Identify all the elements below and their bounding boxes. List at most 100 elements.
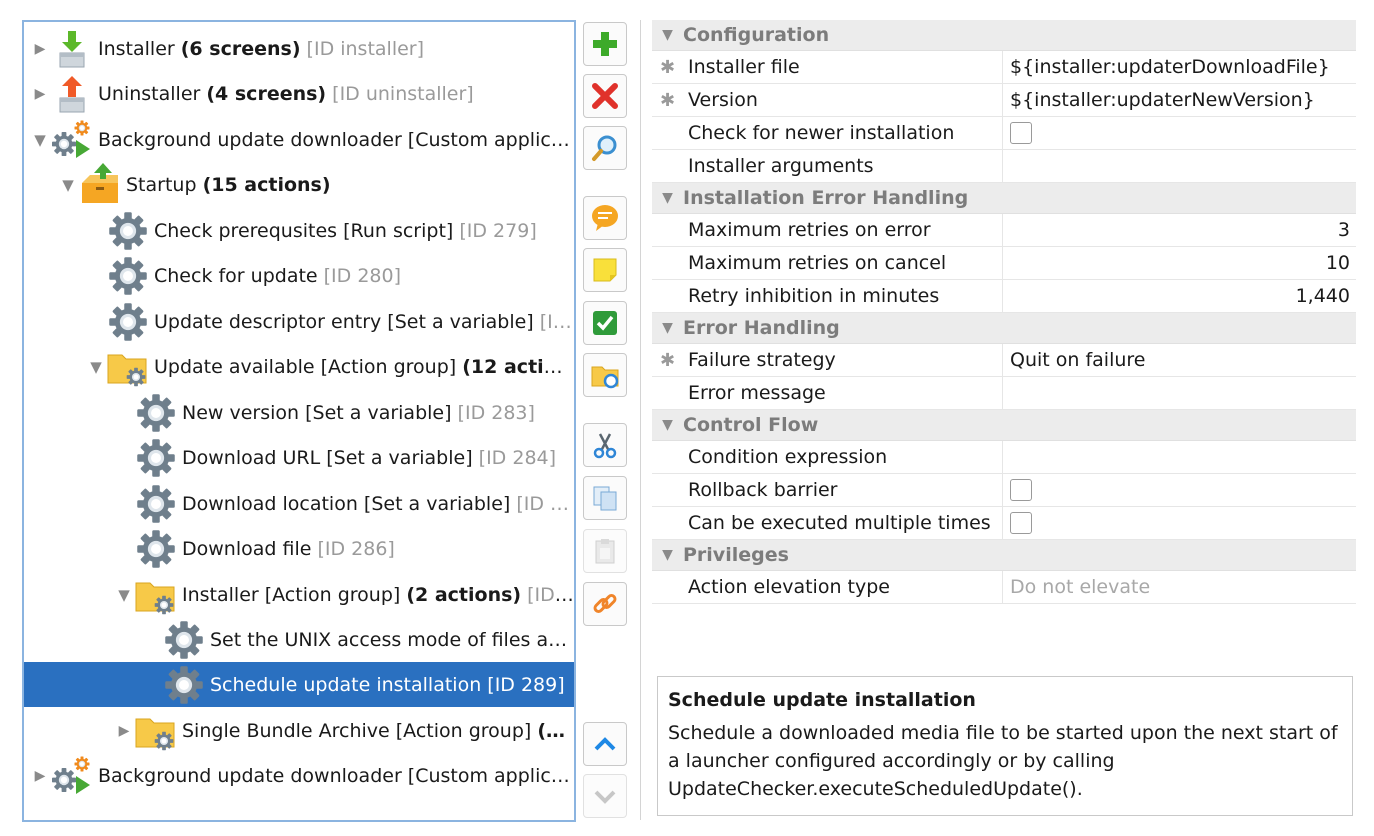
paste-button[interactable] (583, 529, 627, 573)
tree-item-id: [ID 286] (311, 537, 395, 560)
required-asterisk-icon: ✱ (659, 349, 676, 371)
property-section-header[interactable]: ▼ Installation Error Handling (652, 183, 1356, 214)
property-value[interactable]: ${installer:updaterNewVersion} (1003, 84, 1356, 116)
property-section-header[interactable]: ▼ Privileges (652, 540, 1356, 571)
tree-item[interactable]: ▼ Update available [Action group] (12 ac… (24, 344, 574, 389)
delete-button[interactable] (583, 74, 627, 118)
property-checkbox[interactable] (1010, 512, 1032, 534)
collapse-arrow-icon[interactable]: ▼ (58, 176, 78, 194)
tree-item[interactable]: ▼ Startup (15 actions) (24, 162, 574, 207)
tree-item[interactable]: Schedule update installation [ID 289] (24, 662, 574, 707)
expand-arrow-icon[interactable]: ▶ (114, 723, 134, 739)
property-value[interactable]: 10 (1003, 247, 1356, 279)
tree-item[interactable]: Download file [ID 286] (24, 526, 574, 571)
property-row[interactable]: Can be executed multiple times (652, 507, 1356, 540)
add-button[interactable] (583, 22, 627, 66)
comment-button[interactable] (583, 196, 627, 240)
tree-item[interactable]: ▼ Installer [Action group] (2 actions) [… (24, 572, 574, 617)
custom-application-icon (50, 118, 94, 162)
expand-arrow-icon[interactable]: ▶ (30, 768, 50, 784)
property-checkbox-cell[interactable] (1003, 117, 1356, 149)
tree-item-count: (12 actio… (462, 355, 574, 378)
search-button[interactable] (583, 126, 627, 170)
collapse-arrow-icon[interactable]: ▼ (86, 358, 106, 376)
expand-arrow-icon[interactable]: ▶ (30, 86, 50, 102)
checkmark-icon (591, 309, 619, 337)
property-row[interactable]: ✱ Version ${installer:updaterNewVersion} (652, 84, 1356, 117)
action-tree[interactable]: ▶ Installer (6 screens) [ID installer] ▶ … (22, 20, 576, 822)
property-section-header[interactable]: ▼ Control Flow (652, 410, 1356, 441)
property-row[interactable]: Rollback barrier (652, 474, 1356, 507)
tree-item[interactable]: Check prerequsites [Run script] [ID 279] (24, 208, 574, 253)
property-value[interactable] (1003, 377, 1356, 409)
property-row[interactable]: Error message (652, 377, 1356, 410)
property-row[interactable]: Condition expression (652, 441, 1356, 474)
tree-item-text: Download file (182, 537, 312, 560)
tree-item[interactable]: Set the UNIX access mode of files an… (24, 617, 574, 662)
expand-arrow-icon[interactable]: ▶ (30, 41, 50, 57)
chain-link-icon (591, 590, 619, 618)
property-section-header[interactable]: ▼ Error Handling (652, 313, 1356, 344)
link-button[interactable] (583, 582, 627, 626)
copy-button[interactable] (583, 476, 627, 520)
property-name: Can be executed multiple times (683, 507, 1003, 539)
property-value[interactable]: 1,440 (1003, 280, 1356, 312)
property-row[interactable]: Maximum retries on cancel 10 (652, 247, 1356, 280)
move-down-button[interactable] (583, 774, 627, 818)
property-row[interactable]: ✱ Installer file ${installer:updaterDownlo… (652, 51, 1356, 84)
splitter[interactable] (640, 20, 641, 820)
property-row[interactable]: Action elevation type Do not elevate (652, 571, 1356, 604)
property-row[interactable]: Maximum retries on error 3 (652, 214, 1356, 247)
property-row[interactable]: Installer arguments (652, 150, 1356, 183)
tree-item-text: Update available [Action group] (154, 355, 463, 378)
collapse-arrow-icon[interactable]: ▼ (30, 131, 50, 149)
collapse-arrow-icon[interactable]: ▼ (652, 547, 683, 563)
collapse-arrow-icon[interactable]: ▼ (652, 27, 683, 43)
folder-link-button[interactable] (583, 353, 627, 397)
gear-icon (162, 618, 206, 662)
check-button[interactable] (583, 301, 627, 345)
tree-item[interactable]: Check for update [ID 280] (24, 253, 574, 298)
tree-item[interactable]: ▶ Background update downloader [Custom a… (24, 753, 574, 798)
property-value[interactable] (1003, 441, 1356, 473)
collapse-arrow-icon[interactable]: ▼ (652, 320, 683, 336)
collapse-arrow-icon[interactable]: ▼ (652, 417, 683, 433)
property-checkbox[interactable] (1010, 122, 1032, 144)
property-value[interactable] (1003, 150, 1356, 182)
note-button[interactable] (583, 248, 627, 292)
property-value[interactable]: Quit on failure (1003, 344, 1356, 376)
property-section-header[interactable]: ▼ Configuration (652, 20, 1356, 51)
tree-item[interactable]: ▶ Uninstaller (4 screens) [ID uninstalle… (24, 71, 574, 116)
tree-item[interactable]: Download URL [Set a variable] [ID 284] (24, 435, 574, 480)
property-value[interactable]: 3 (1003, 214, 1356, 246)
tree-item[interactable]: ▶ Installer (6 screens) [ID installer] (24, 26, 574, 71)
property-value[interactable]: Do not elevate (1003, 571, 1356, 603)
tree-item-text: Single Bundle Archive [Action group] (182, 719, 538, 742)
gear-icon (106, 300, 150, 344)
help-title: Schedule update installation (668, 689, 976, 711)
startup-icon (78, 162, 122, 207)
property-checkbox[interactable] (1010, 479, 1032, 501)
tree-item-count: (15 actions) (202, 173, 331, 196)
property-value[interactable]: ${installer:updaterDownloadFile} (1003, 51, 1356, 83)
tree-item[interactable]: New version [Set a variable] [ID 283] (24, 390, 574, 435)
tree-item[interactable]: ▼ Background update downloader [Custom a… (24, 117, 574, 162)
tree-item-id: [ID … (510, 492, 570, 515)
tree-item[interactable]: ▶ Single Bundle Archive [Action group] (… (24, 708, 574, 753)
property-checkbox-cell[interactable] (1003, 474, 1356, 506)
move-up-button[interactable] (583, 722, 627, 766)
tree-item-text: Installer [Action group] (182, 583, 407, 606)
collapse-arrow-icon[interactable]: ▼ (652, 190, 683, 206)
tree-item[interactable]: Download location [Set a variable] [ID … (24, 481, 574, 526)
tree-item[interactable]: Update descriptor entry [Set a variable]… (24, 299, 574, 344)
installer-icon (50, 27, 94, 71)
property-row[interactable]: ✱ Failure strategy Quit on failure (652, 344, 1356, 377)
tree-item-count: (… (537, 719, 566, 742)
property-checkbox-cell[interactable] (1003, 507, 1356, 539)
cut-button[interactable] (583, 423, 627, 467)
collapse-arrow-icon[interactable]: ▼ (114, 586, 134, 604)
property-row[interactable]: Check for newer installation (652, 117, 1356, 150)
property-name: Installer file (683, 51, 1003, 83)
tree-item-id: [ID 280] (317, 264, 402, 287)
property-row[interactable]: Retry inhibition in minutes 1,440 (652, 280, 1356, 313)
